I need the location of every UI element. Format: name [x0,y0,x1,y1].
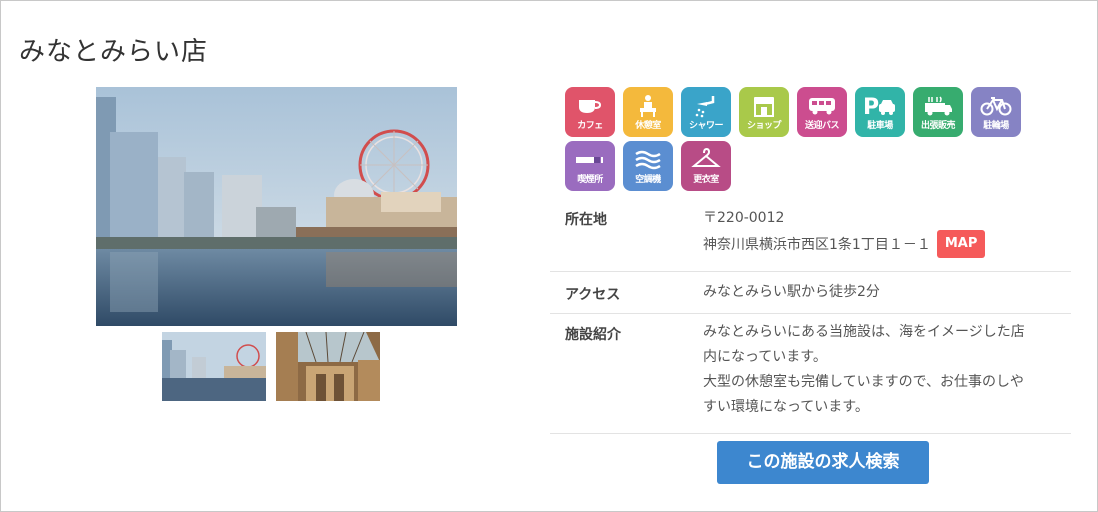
intro-line: 内になっています。 [703,349,827,365]
main-facility-photo [96,87,457,326]
amenity-shuttle-bus: 送迎バス [797,87,847,137]
page-title: みなとみらい店 [19,37,209,67]
postal-code: 〒220-0012 [703,210,785,226]
access-value: みなとみらい駅から徒歩2分 [703,284,880,300]
amenity-air-conditioner: 空調機 [623,141,673,191]
intro-row: 施設紹介 みなとみらいにある当施設は、海をイメージした店 内になっています。 大… [550,314,1071,434]
lounge-icon [623,92,673,120]
parking-icon: P [855,92,905,120]
address-row: 所在地 〒220-0012 神奈川県横浜市西区1条1丁目１－１ MAP [550,199,1071,272]
intro-line: 大型の休憩室も完備していますので、お仕事のしや [703,374,1024,390]
street-address: 神奈川県横浜市西区1条1丁目１－１ [703,237,931,253]
job-search-button[interactable]: この施設の求人検索 [717,441,929,484]
amenity-shop: ショップ [739,87,789,137]
shower-icon [681,92,731,120]
amenity-bicycle-parking: 駐輪場 [971,87,1021,137]
access-row: アクセス みなとみらい駅から徒歩2分 [550,272,1071,314]
shop-icon [739,92,789,120]
intro-text: みなとみらいにある当施設は、海をイメージした店 内になっています。 大型の休憩室… [703,320,1063,420]
air-conditioner-icon [623,146,673,174]
amenity-cafe: カフェ [565,87,615,137]
intro-label: 施設紹介 [565,327,621,343]
intro-line: みなとみらいにある当施設は、海をイメージした店 [703,324,1025,340]
address-label: 所在地 [565,212,607,228]
amenity-mobile-sales: 出張販売 [913,87,963,137]
amenity-parking: P 駐車場 [855,87,905,137]
amenity-smoking-area: 喫煙所 [565,141,615,191]
photo-thumbnail-1[interactable] [162,332,266,401]
smoking-icon [565,146,615,174]
cafe-cup-icon [565,92,615,120]
hanger-icon [681,146,731,174]
access-label: アクセス [565,287,621,303]
svg-text:P: P [863,95,879,118]
bicycle-icon [971,92,1021,120]
amenity-lounge: 休憩室 [623,87,673,137]
photo-thumbnail-2[interactable] [276,332,380,401]
intro-line: すい環境になっています。 [703,399,869,415]
address-value: 〒220-0012 神奈川県横浜市西区1条1丁目１－１ MAP [703,206,986,259]
facility-card: みなとみらい店 カフェ 休憩室 シャワー ショップ 送迎バス P 駐車場 出張販… [0,0,1098,512]
amenity-locker-room: 更衣室 [681,141,731,191]
food-truck-icon [913,92,963,120]
bus-icon [797,92,847,120]
map-button[interactable]: MAP [936,230,986,258]
amenity-shower: シャワー [681,87,731,137]
